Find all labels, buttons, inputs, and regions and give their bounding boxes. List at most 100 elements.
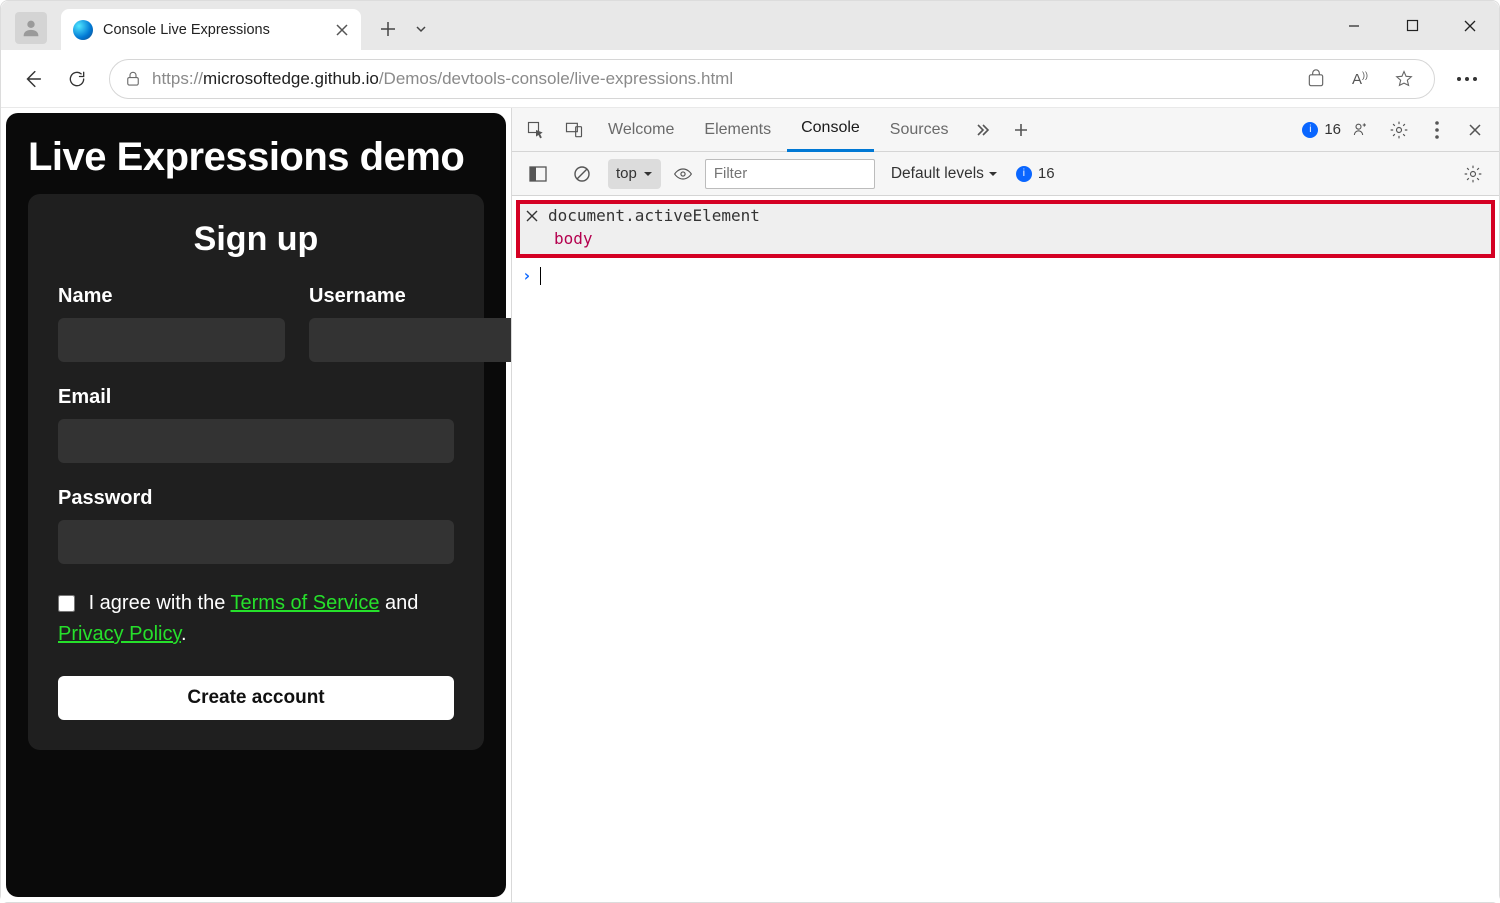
new-tool-button[interactable] — [1003, 112, 1039, 148]
signup-heading: Sign up — [58, 220, 454, 259]
edge-favicon-icon — [73, 20, 93, 40]
page-title: Live Expressions demo — [28, 135, 484, 180]
devtools-settings-button[interactable] — [1381, 112, 1417, 148]
signup-form: Sign up Name Username Email — [28, 194, 484, 750]
refresh-icon — [67, 69, 87, 89]
issues-count[interactable]: i 16 — [1302, 121, 1341, 138]
live-expression-text[interactable]: document.activeElement — [548, 206, 760, 225]
person-icon — [20, 17, 42, 39]
terms-checkbox[interactable] — [58, 595, 75, 612]
gear-icon — [1463, 164, 1483, 184]
browser-tab[interactable]: Console Live Expressions — [61, 9, 361, 50]
create-live-expression-button[interactable] — [669, 164, 697, 184]
console-filter-input[interactable] — [705, 159, 875, 189]
devtools-menu-button[interactable] — [1419, 112, 1455, 148]
tab-elements[interactable]: Elements — [690, 108, 785, 152]
message-dot-icon: i — [1302, 122, 1318, 138]
settings-menu-button[interactable] — [1445, 57, 1489, 101]
console-prompt[interactable]: › — [522, 266, 1489, 285]
window-maximize-button[interactable] — [1383, 1, 1441, 50]
console-sidebar-toggle[interactable] — [520, 156, 556, 192]
create-account-button[interactable]: Create account — [58, 676, 454, 720]
tab-welcome[interactable]: Welcome — [594, 108, 688, 152]
hidden-messages-count[interactable]: i 16 — [1016, 165, 1055, 182]
hidden-count-value: 16 — [1038, 165, 1055, 182]
inspect-icon — [526, 120, 546, 140]
name-label: Name — [58, 285, 285, 308]
more-vertical-icon — [1434, 120, 1440, 140]
feedback-icon — [1351, 120, 1371, 140]
caret-down-icon — [643, 169, 653, 179]
url-prefix: https:// — [152, 69, 203, 88]
terms-text-1: I agree with the — [89, 592, 231, 614]
minimize-icon — [1347, 19, 1361, 33]
devices-icon — [564, 120, 584, 140]
terms-block: I agree with the Terms of Service and Pr… — [58, 588, 454, 650]
refresh-button[interactable] — [55, 57, 99, 101]
page-viewport: Live Expressions demo Sign up Name Usern… — [1, 108, 511, 902]
clear-icon — [573, 165, 591, 183]
password-label: Password — [58, 487, 454, 510]
levels-label: Default levels — [891, 165, 984, 183]
devtools-tabs: Welcome Elements Console Sources i 16 — [512, 108, 1499, 152]
privacy-policy-link[interactable]: Privacy Policy — [58, 623, 181, 645]
clear-console-button[interactable] — [564, 156, 600, 192]
chevrons-right-icon — [975, 122, 991, 138]
console-toolbar: top Default levels i 16 — [512, 152, 1499, 196]
window-close-button[interactable] — [1441, 1, 1499, 50]
issues-count-value: 16 — [1324, 121, 1341, 138]
chevron-down-icon — [415, 23, 427, 35]
back-button[interactable] — [11, 57, 55, 101]
close-icon — [336, 24, 348, 36]
text-caret — [540, 267, 541, 285]
context-value: top — [616, 165, 637, 182]
feedback-button[interactable] — [1343, 112, 1379, 148]
tab-console[interactable]: Console — [787, 108, 874, 152]
live-expression-result: body — [526, 229, 1485, 248]
url-text: https://microsoftedge.github.io/Demos/de… — [152, 69, 1296, 89]
live-expression-block: document.activeElement body — [516, 200, 1495, 258]
plus-icon — [1013, 122, 1029, 138]
profile-button[interactable] — [15, 12, 47, 44]
address-bar[interactable]: https://microsoftedge.github.io/Demos/de… — [109, 59, 1435, 99]
name-input[interactable] — [58, 318, 285, 362]
more-horizontal-icon — [1456, 76, 1478, 82]
favorite-button[interactable] — [1384, 59, 1424, 99]
email-label: Email — [58, 386, 454, 409]
log-levels-selector[interactable]: Default levels — [891, 165, 998, 183]
terms-text-2: and — [379, 592, 418, 614]
eye-icon — [673, 164, 693, 184]
devtools-close-button[interactable] — [1457, 112, 1493, 148]
read-aloud-button[interactable]: A)) — [1340, 59, 1380, 99]
star-icon — [1394, 69, 1414, 89]
username-label: Username — [309, 285, 536, 308]
site-info-button[interactable] — [118, 70, 148, 88]
new-tab-button[interactable] — [371, 12, 405, 46]
sidebar-icon — [529, 165, 547, 183]
email-input[interactable] — [58, 419, 454, 463]
tab-close-button[interactable] — [333, 21, 351, 39]
terms-of-service-link[interactable]: Terms of Service — [231, 592, 380, 614]
gear-icon — [1389, 120, 1409, 140]
window-minimize-button[interactable] — [1325, 1, 1383, 50]
device-emulation-button[interactable] — [556, 112, 592, 148]
tab-title: Console Live Expressions — [103, 22, 315, 38]
console-settings-button[interactable] — [1455, 156, 1491, 192]
shopping-button[interactable] — [1296, 59, 1336, 99]
username-input[interactable] — [309, 318, 536, 362]
more-tabs-button[interactable] — [965, 112, 1001, 148]
password-input[interactable] — [58, 520, 454, 564]
arrow-left-icon — [22, 68, 44, 90]
caret-down-icon — [988, 169, 998, 179]
execution-context-selector[interactable]: top — [608, 159, 661, 189]
message-dot-icon: i — [1016, 166, 1032, 182]
tab-sources[interactable]: Sources — [876, 108, 963, 152]
url-host: microsoftedge.github.io — [203, 69, 379, 88]
console-body[interactable]: › — [512, 258, 1499, 902]
inspect-element-button[interactable] — [518, 112, 554, 148]
maximize-icon — [1406, 19, 1419, 32]
tab-list-dropdown[interactable] — [409, 12, 433, 46]
url-path: /Demos/devtools-console/live-expressions… — [379, 69, 733, 88]
remove-live-expression-button[interactable] — [526, 210, 538, 222]
terms-text-3: . — [181, 623, 187, 645]
